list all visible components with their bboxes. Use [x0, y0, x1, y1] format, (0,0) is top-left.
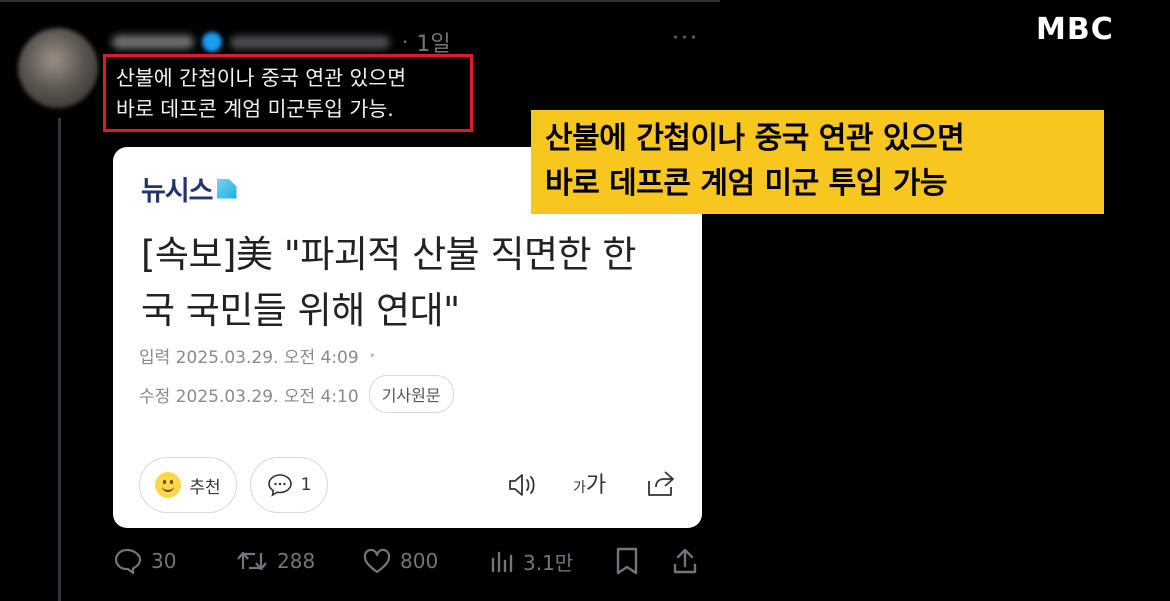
- recommend-button[interactable]: 추천: [139, 457, 237, 513]
- mbc-logo: MBC: [1036, 12, 1114, 47]
- article-edit-time: 수정 2025.03.29. 오전 4:10 기사원문: [139, 375, 454, 413]
- article-input-time: 입력 2025.03.29. 오전 4:09 •: [139, 343, 376, 368]
- comment-button[interactable]: 1: [250, 457, 328, 513]
- separator-dot: ·: [402, 30, 409, 54]
- comment-count: 1: [300, 475, 312, 495]
- views-chart-icon: [491, 551, 513, 573]
- share-icon[interactable]: [645, 469, 677, 499]
- newsis-logo-mark-icon: [216, 178, 237, 199]
- caption-line: 바로 데프콘 계엄 미군 투입 가능: [545, 166, 948, 201]
- views-button[interactable]: 3.1만: [489, 544, 573, 578]
- article-actions: 추천 1 가가: [139, 457, 679, 515]
- edit-time-text: 수정 2025.03.29. 오전 4:10: [139, 386, 359, 407]
- heart-icon: [363, 548, 391, 574]
- blurred-user-handle[interactable]: [230, 35, 390, 49]
- meta-dot-icon: •: [368, 348, 376, 363]
- more-options-icon[interactable]: ···: [672, 26, 699, 51]
- reply-icon: [114, 548, 142, 575]
- post-text-highlight: 산불에 간첩이나 중국 연관 있으면 바로 데프콘 계엄 미군투입 가능.: [103, 54, 473, 132]
- repost-button[interactable]: 288: [235, 544, 315, 578]
- headline-line: [속보]美 "파괴적 산불 직면한 한: [141, 233, 636, 276]
- views-count: 3.1만: [523, 550, 574, 575]
- avatar[interactable]: [18, 28, 98, 108]
- font-small-glyph: 가: [573, 480, 586, 496]
- mbc-caption-box: 산불에 간첩이나 중국 연관 있으면 바로 데프콘 계엄 미군 투입 가능: [531, 110, 1104, 214]
- post-text-line: 바로 데프콘 계엄 미군투입 가능.: [116, 97, 394, 121]
- newsis-logo-text: 뉴시스: [141, 176, 214, 207]
- newsis-logo: 뉴시스: [141, 169, 237, 208]
- article-headline: [속보]美 "파괴적 산불 직면한 한 국 국민들 위해 연대": [141, 227, 681, 339]
- verified-badge-icon: [202, 32, 222, 52]
- speaker-icon[interactable]: [507, 471, 539, 499]
- reply-button[interactable]: 30: [113, 544, 176, 578]
- post-text-line: 산불에 간첩이나 중국 연관 있으면: [116, 66, 407, 90]
- font-size-button[interactable]: 가가: [573, 467, 606, 499]
- input-time-text: 입력 2025.03.29. 오전 4:09: [139, 348, 359, 368]
- original-article-button[interactable]: 기사원문: [368, 375, 454, 413]
- font-big-glyph: 가: [585, 473, 607, 498]
- post-header: · 1일: [112, 28, 451, 57]
- share-upload-icon[interactable]: [672, 546, 698, 576]
- blurred-display-name[interactable]: [112, 35, 194, 49]
- like-count: 800: [400, 549, 439, 573]
- repost-icon: [237, 551, 267, 571]
- like-button[interactable]: 800: [362, 544, 438, 578]
- caption-line: 산불에 간첩이나 중국 연관 있으면: [545, 121, 965, 156]
- top-divider: [0, 0, 720, 2]
- smile-emoji-icon: [155, 472, 182, 498]
- headline-line: 국 국민들 위해 연대": [141, 289, 460, 332]
- reply-count: 30: [151, 549, 177, 573]
- bookmark-icon[interactable]: [614, 546, 640, 576]
- thread-line: [58, 118, 61, 601]
- recommend-label: 추천: [189, 477, 221, 498]
- comment-bubble-icon: [267, 474, 292, 497]
- repost-count: 288: [277, 549, 316, 573]
